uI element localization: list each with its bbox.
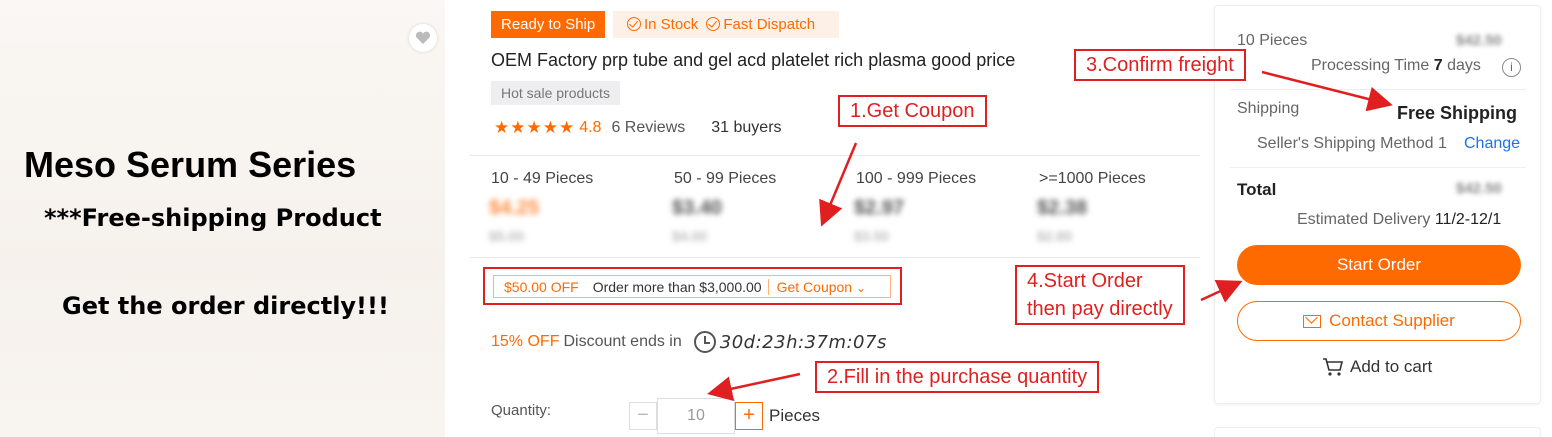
shipping-method: Seller's Shipping Method 1 xyxy=(1257,135,1447,152)
coupon-bar: $50.00 OFF Order more than $3,000.00 Get… xyxy=(493,275,891,298)
total-value: $42.50 xyxy=(1456,180,1502,197)
estimated-delivery: Estimated Delivery 11/2-12/1 xyxy=(1297,211,1501,229)
coupon-condition: Order more than $3,000.00 xyxy=(587,278,769,295)
star-rating-icon: ★★★★★ xyxy=(494,118,576,137)
promo-banner: Meso Serum Series ***Free-shipping Produ… xyxy=(0,0,445,437)
get-coupon-label: Get Coupon xyxy=(776,278,853,295)
order-pieces-price: $42.50 xyxy=(1456,32,1502,49)
product-title: OEM Factory prp tube and gel acd platele… xyxy=(491,50,1016,70)
shipping-value: Free Shipping xyxy=(1397,103,1518,123)
promo-subtitle: ***Free-shipping Product xyxy=(44,204,382,232)
tier-price: $2.97 xyxy=(854,197,905,219)
discount-label: Discount ends in xyxy=(563,333,682,350)
in-stock-label: In Stock xyxy=(644,16,699,33)
discount-percent: 15% OFF xyxy=(491,333,560,350)
tier-original-price: $2.80 xyxy=(1037,228,1073,244)
quantity-label: Quantity: xyxy=(491,402,552,419)
shipping-label: Shipping xyxy=(1237,100,1300,117)
get-coupon-button[interactable]: Get Coupon ⌄ xyxy=(769,279,874,295)
tier-original-price: $4.00 xyxy=(672,228,708,244)
delivery-date: 11/2-12/1 xyxy=(1434,211,1502,228)
hot-sale-tag[interactable]: Hot sale products xyxy=(491,81,620,105)
secondary-card xyxy=(1214,427,1541,437)
order-pieces: 10 Pieces xyxy=(1237,32,1308,49)
annotation-start-order-line1: 4.Start Order xyxy=(1027,270,1143,292)
reviews-link[interactable]: 6 Reviews xyxy=(611,119,685,137)
check-circle-icon xyxy=(706,17,721,31)
delivery-label: Estimated Delivery xyxy=(1297,211,1431,228)
start-order-button[interactable]: Start Order xyxy=(1237,245,1521,285)
tier-original-price: $5.00 xyxy=(489,228,525,244)
heart-icon xyxy=(415,31,431,44)
processing-unit: days xyxy=(1447,57,1481,74)
annotation-start-order: 4.Start Order then pay directly xyxy=(1015,265,1185,325)
tier-original-price: $3.50 xyxy=(854,228,890,244)
favorite-button[interactable] xyxy=(409,24,437,52)
ready-to-ship-badge: Ready to Ship xyxy=(491,11,606,38)
discount-row: 15% OFF Discount ends in 30d:23h:37m:07s xyxy=(491,331,887,353)
chevron-down-icon: ⌄ xyxy=(855,280,867,295)
mail-icon xyxy=(1303,314,1322,328)
annotation-confirm-freight: 3.Confirm freight xyxy=(1074,49,1246,81)
tier-quantity: 10 - 49 Pieces xyxy=(491,170,594,187)
annotation-get-coupon: 1.Get Coupon xyxy=(838,95,987,127)
quantity-increment-button[interactable]: + xyxy=(735,402,763,430)
coupon-highlight: $50.00 OFF Order more than $3,000.00 Get… xyxy=(483,267,902,305)
change-shipping-link[interactable]: Change xyxy=(1464,135,1520,153)
annotation-fill-quantity: 2.Fill in the purchase quantity xyxy=(815,361,1100,393)
tier-quantity: 100 - 999 Pieces xyxy=(856,170,977,187)
rating-score: 4.8 xyxy=(579,119,602,136)
divider xyxy=(1230,167,1526,168)
buyers-count: 31 buyers xyxy=(711,119,782,136)
promo-cta: Get the order directly!!! xyxy=(62,292,389,320)
divider xyxy=(470,155,1200,156)
contact-supplier-button[interactable]: Contact Supplier xyxy=(1237,301,1521,341)
quantity-decrement-button[interactable]: − xyxy=(629,402,657,430)
divider xyxy=(1230,89,1526,90)
processing-label: Processing Time xyxy=(1311,57,1430,74)
annotation-start-order-line2: then pay directly xyxy=(1027,298,1173,320)
add-to-cart-label: Add to cart xyxy=(1350,357,1433,376)
arrow-quantity xyxy=(707,372,801,401)
tier-price: $4.25 xyxy=(489,197,540,219)
check-circle-icon xyxy=(627,17,641,31)
processing-days: 7 xyxy=(1433,57,1443,74)
total-label: Total xyxy=(1237,180,1277,199)
info-icon[interactable]: i xyxy=(1502,58,1521,77)
rating-row: ★★★★★ 4.8 6 Reviews 31 buyers xyxy=(494,118,782,138)
contact-supplier-label: Contact Supplier xyxy=(1329,311,1455,330)
tier-quantity: 50 - 99 Pieces xyxy=(674,170,777,187)
tier-quantity: >=1000 Pieces xyxy=(1039,170,1146,187)
quantity-unit: Pieces xyxy=(769,406,821,425)
add-to-cart-button[interactable]: Add to cart xyxy=(1322,357,1432,377)
tier-price: $3.40 xyxy=(672,197,723,219)
promo-title: Meso Serum Series xyxy=(24,144,357,185)
tier-price: $2.38 xyxy=(1037,197,1088,219)
processing-time: Processing Time 7 days xyxy=(1311,57,1481,75)
countdown-timer: 30d:23h:37m:07s xyxy=(719,331,887,353)
stock-badge: In Stock Fast Dispatch xyxy=(613,11,839,38)
cart-icon xyxy=(1323,358,1344,376)
clock-icon xyxy=(693,331,716,353)
coupon-amount: $50.00 OFF xyxy=(504,278,579,295)
divider xyxy=(470,257,1200,258)
fast-dispatch-label: Fast Dispatch xyxy=(723,16,816,33)
quantity-input[interactable]: 10 xyxy=(657,398,735,434)
